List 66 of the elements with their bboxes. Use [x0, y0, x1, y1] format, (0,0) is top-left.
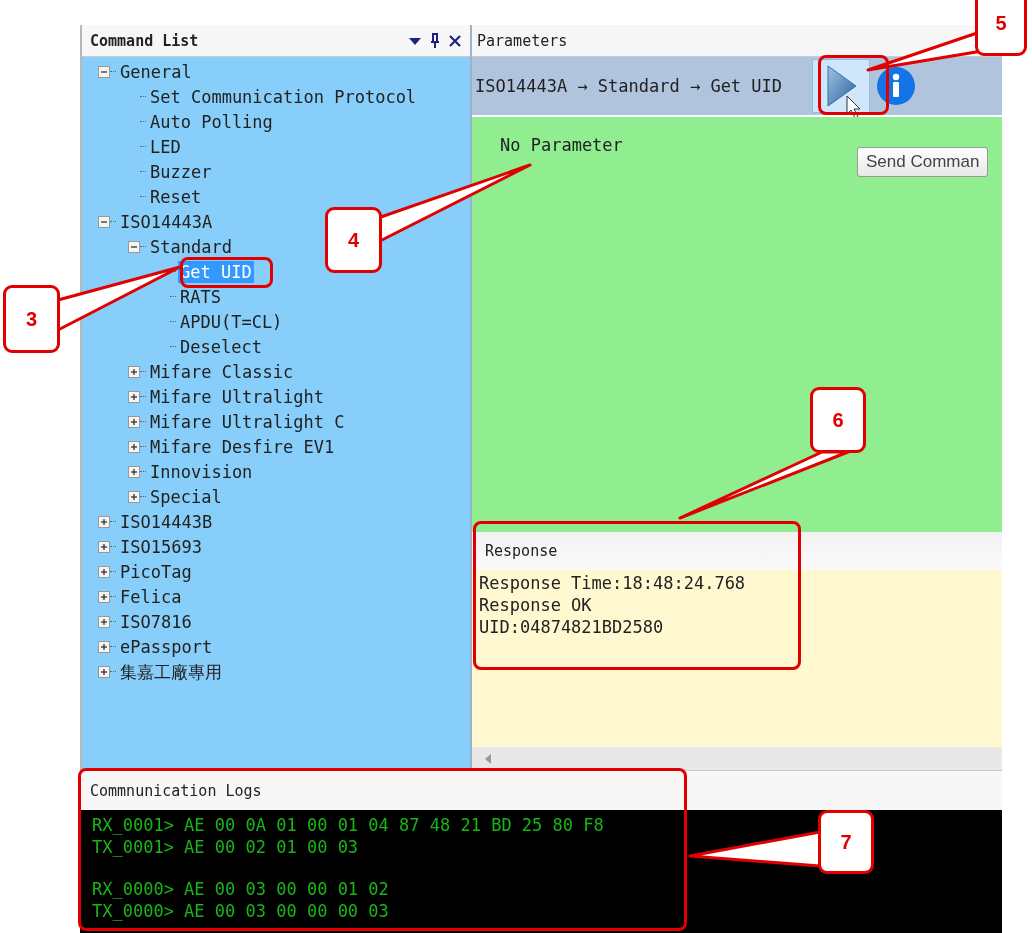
tree-item[interactable]: Mifare Ultralight C	[148, 410, 347, 433]
expand-icon[interactable]	[128, 390, 140, 403]
info-icon[interactable]	[876, 66, 917, 106]
collapse-icon[interactable]	[98, 65, 110, 78]
expand-icon[interactable]	[98, 590, 110, 603]
log-line: TX_0001> AE 00 02 01 00 03	[92, 836, 359, 858]
tree-item[interactable]: LED	[148, 135, 183, 158]
callout-number: 4	[325, 207, 382, 273]
tree-item[interactable]: Special	[148, 485, 224, 508]
tooltip: Send Comman	[857, 147, 989, 177]
tree-item[interactable]: Mifare Ultralight	[148, 385, 326, 408]
expand-icon[interactable]	[98, 565, 110, 578]
command-path: ISO14443A → Standard → Get UID	[475, 76, 783, 96]
tree-item[interactable]: Innovision	[148, 460, 255, 483]
tree-item[interactable]: Felica	[118, 585, 184, 608]
panel-title: Response	[485, 542, 559, 560]
expand-icon[interactable]	[98, 515, 110, 528]
horizontal-scrollbar[interactable]	[472, 747, 1002, 770]
tree-item[interactable]: PicoTag	[118, 560, 194, 583]
panel-title: Command List	[90, 31, 200, 50]
expand-icon[interactable]	[98, 640, 110, 653]
log-line: RX_0000> AE 00 03 00 00 01 02	[92, 878, 389, 900]
tree-item[interactable]: Standard	[148, 235, 234, 258]
dropdown-icon[interactable]	[408, 35, 422, 46]
expand-icon[interactable]	[128, 365, 140, 378]
tree-item[interactable]: ISO14443A	[118, 210, 215, 233]
tree-item[interactable]: General	[118, 60, 194, 83]
tree-item[interactable]: Mifare Desfire EV1	[148, 435, 337, 458]
tree-item[interactable]: Buzzer	[148, 160, 214, 183]
expand-icon[interactable]	[98, 665, 110, 678]
panel-title: Commnunication Logs	[90, 781, 263, 800]
collapse-icon[interactable]	[98, 215, 110, 228]
expand-icon[interactable]	[128, 465, 140, 478]
expand-icon[interactable]	[128, 490, 140, 503]
log-line: RX_0001> AE 00 0A 01 00 01 04 87 48 21 BD 25 80 F8	[92, 814, 604, 836]
tree-item[interactable]: Set Communication Protocol	[148, 85, 419, 108]
tree-item[interactable]: Deselect	[178, 335, 264, 358]
expand-icon[interactable]	[128, 415, 140, 428]
tree-item[interactable]: 集嘉工廠專用	[118, 660, 224, 683]
highlight-frame	[818, 55, 889, 115]
panel-title: Parameters	[477, 31, 569, 50]
expand-icon[interactable]	[98, 615, 110, 628]
tree-item[interactable]: APDU(T=CL)	[178, 310, 285, 333]
pin-icon[interactable]	[430, 32, 440, 49]
tree-item[interactable]: Mifare Classic	[148, 360, 296, 383]
response-line: Response OK	[479, 594, 592, 616]
callout-number: 7	[818, 810, 874, 874]
close-icon[interactable]	[448, 33, 462, 48]
response-line: UID:04874821BD2580	[479, 616, 664, 638]
collapse-icon[interactable]	[128, 240, 140, 253]
response-line: Response Time:18:48:24.768	[479, 572, 746, 594]
expand-icon[interactable]	[128, 440, 140, 453]
parameter-message: No Parameter	[500, 135, 623, 155]
tree-item[interactable]: RATS	[178, 285, 223, 308]
callout-number: 6	[810, 387, 866, 453]
tree-item[interactable]: ePassport	[118, 635, 215, 658]
tree-item[interactable]: ISO7816	[118, 610, 194, 633]
callout-number: 3	[3, 285, 60, 353]
tree-item[interactable]: Reset	[148, 185, 204, 208]
tree-item[interactable]: ISO15693	[118, 535, 204, 558]
tree-item[interactable]: Auto Polling	[148, 110, 275, 133]
log-line: TX_0000> AE 00 03 00 00 00 03	[92, 900, 389, 922]
callout-number: 5	[975, 0, 1027, 56]
tree-item[interactable]: ISO14443B	[118, 510, 215, 533]
expand-icon[interactable]	[98, 540, 110, 553]
play-icon	[824, 64, 859, 108]
